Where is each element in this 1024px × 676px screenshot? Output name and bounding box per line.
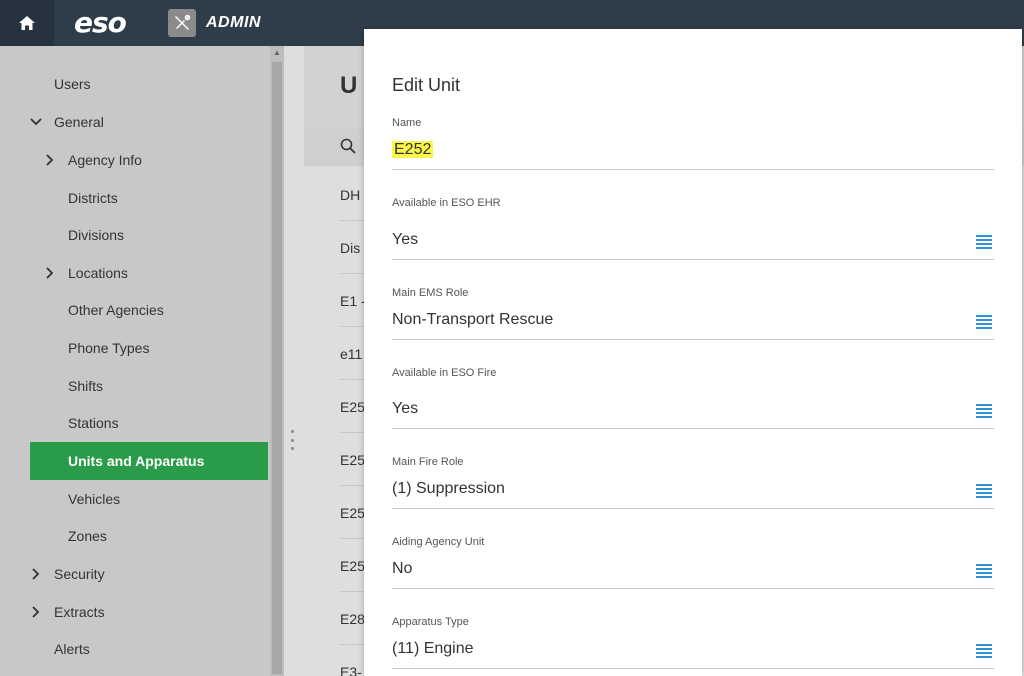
chevron-down-icon[interactable]: [30, 116, 42, 128]
sidebar-item-vehicles[interactable]: Vehicles: [0, 480, 270, 518]
sidebar-item-label: Shifts: [68, 378, 104, 394]
home-button[interactable]: [0, 0, 54, 46]
list-icon[interactable]: [976, 315, 992, 329]
sidebar-item-label: Phone Types: [68, 340, 150, 356]
sidebar-scroll-thumb[interactable]: [272, 62, 282, 674]
list-icon[interactable]: [976, 644, 992, 658]
sidebar-item-general[interactable]: General: [0, 103, 270, 141]
sidebar-item-label: Zones: [68, 528, 107, 544]
field-underline: [392, 508, 994, 509]
name-field[interactable]: E252: [392, 141, 434, 159]
chevron-right-icon[interactable]: [44, 154, 56, 166]
sidebar-item-label: Districts: [68, 190, 118, 206]
apparatus-type-field[interactable]: (11) Engine: [392, 640, 474, 658]
sidebar-item-divisions[interactable]: Divisions: [0, 216, 270, 254]
eso-logo[interactable]: eso: [74, 6, 127, 39]
aiding-agency-unit-value: No: [392, 560, 413, 577]
page-title: U: [340, 72, 358, 99]
sidebar-item-other-agencies[interactable]: Other Agencies: [0, 291, 270, 329]
sidebar-item-stations[interactable]: Stations: [0, 404, 270, 442]
main-ems-role-label: Main EMS Role: [392, 287, 469, 299]
sidebar-item-label: Locations: [68, 265, 128, 281]
sidebar-item-shifts[interactable]: Shifts: [0, 367, 270, 405]
sidebar-item-label: Security: [54, 566, 105, 582]
sidebar-item-label: Vehicles: [68, 491, 121, 507]
sidebar-item-extracts[interactable]: Extracts: [0, 593, 270, 631]
admin-label: ADMIN: [206, 14, 261, 31]
sidebar-item-label: Stations: [68, 415, 119, 431]
sidebar-item-zones[interactable]: Zones: [0, 517, 270, 555]
sidebar-item-locations[interactable]: Locations: [0, 254, 270, 292]
chevron-right-icon[interactable]: [30, 606, 42, 618]
chevron-right-icon[interactable]: [44, 267, 56, 279]
main-fire-role-field[interactable]: (1) Suppression: [392, 480, 505, 498]
available-in-eso-ehr-field[interactable]: Yes: [392, 231, 418, 249]
sidebar-item-users[interactable]: Users: [0, 65, 270, 103]
main-fire-role-value: (1) Suppression: [392, 480, 505, 497]
sidebar-item-phone-types[interactable]: Phone Types: [0, 329, 270, 367]
dialog-title: Edit Unit: [392, 75, 461, 95]
edit-unit-dialog: Edit Unit Name E252 Available in ESO EHR Ye…: [364, 29, 1022, 676]
sidebar-item-label: Divisions: [68, 227, 125, 243]
list-icon[interactable]: [976, 235, 992, 249]
list-icon[interactable]: [976, 484, 992, 498]
list-icon[interactable]: [976, 564, 992, 578]
sidebar-item-label: Extracts: [54, 604, 105, 620]
name-label: Name: [392, 117, 422, 129]
list-icon[interactable]: [976, 404, 992, 418]
sidebar-item-units-and-apparatus[interactable]: Units and Apparatus: [30, 442, 268, 480]
sidebar-item-agency-info[interactable]: Agency Info: [0, 141, 270, 179]
aiding-agency-unit-label: Aiding Agency Unit: [392, 536, 485, 548]
chevron-right-icon[interactable]: [30, 568, 42, 580]
main-fire-role-label: Main Fire Role: [392, 456, 464, 468]
sidebar-item-alerts[interactable]: Alerts: [0, 630, 270, 668]
field-underline: [392, 668, 994, 669]
main-ems-role-field[interactable]: Non-Transport Rescue: [392, 311, 553, 329]
aiding-agency-unit-field[interactable]: No: [392, 560, 412, 578]
available-in-eso-fire-value: Yes: [392, 400, 419, 417]
field-underline: [392, 588, 994, 589]
available-in-eso-fire-field[interactable]: Yes: [392, 400, 418, 418]
sidebar-item-security[interactable]: Security: [0, 555, 270, 593]
field-underline: [392, 169, 994, 170]
field-underline: [392, 259, 994, 260]
sidebar-item-label: Other Agencies: [68, 302, 164, 318]
sidebar-item-label: Agency Info: [68, 152, 142, 168]
admin-menu[interactable]: ADMIN: [168, 9, 261, 37]
tools-icon: [168, 9, 196, 37]
main-ems-role-value: Non-Transport Rescue: [392, 311, 554, 328]
field-underline: [392, 428, 994, 429]
apparatus-type-value: (11) Engine: [392, 640, 474, 657]
search-icon[interactable]: [340, 138, 356, 154]
resize-grip-icon[interactable]: [289, 430, 295, 450]
sidebar-item-label: Units and Apparatus: [68, 453, 205, 469]
available-in-eso-ehr-value: Yes: [392, 231, 419, 248]
home-icon: [19, 16, 35, 30]
sidebar-item-label: Alerts: [54, 641, 90, 657]
field-underline: [392, 339, 994, 340]
sidebar-item-label: General: [54, 114, 104, 130]
apparatus-type-label: Apparatus Type: [392, 616, 469, 628]
available-in-eso-ehr-label: Available in ESO EHR: [392, 197, 501, 209]
scroll-up-icon[interactable]: ▲: [270, 48, 284, 60]
name-value: E252: [392, 141, 434, 158]
available-in-eso-fire-label: Available in ESO Fire: [392, 367, 497, 379]
sidebar-item-label: Users: [54, 76, 91, 92]
sidebar-item-districts[interactable]: Districts: [0, 179, 270, 217]
